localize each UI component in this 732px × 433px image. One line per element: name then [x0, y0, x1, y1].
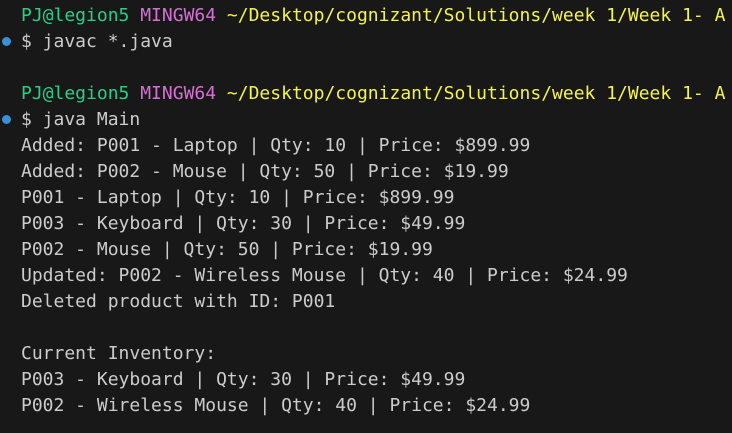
- output-line: Added: P001 - Laptop | Qty: 10 | Price: …: [21, 135, 531, 156]
- output-line: Current Inventory:: [21, 343, 217, 364]
- prompt-path: ~/Desktop/cognizant/Solutions/week 1/Wee…: [226, 83, 726, 104]
- prompt-user: PJ@legion5: [21, 5, 130, 26]
- output-line: P002 - Wireless Mouse | Qty: 40 | Price:…: [21, 395, 531, 416]
- output-line: P002 - Mouse | Qty: 50 | Price: $19.99: [21, 239, 433, 260]
- prompt-user: PJ@legion5: [21, 83, 130, 104]
- output-line: Deleted product with ID: P001: [21, 291, 336, 312]
- prompt-system: MINGW64: [140, 5, 217, 26]
- prompt-path: ~/Desktop/cognizant/Solutions/week 1/Wee…: [226, 5, 726, 26]
- output-line: P003 - Keyboard | Qty: 30 | Price: $49.9…: [21, 213, 466, 234]
- prompt-line: PJ@legion5 MINGW64 ~/Desktop/cognizant/S…: [21, 81, 725, 107]
- terminal-panel[interactable]: PJ@legion5 MINGW64 ~/Desktop/cognizant/S…: [0, 0, 732, 433]
- command-line: $ java Main: [21, 109, 141, 130]
- prompt-line: PJ@legion5 MINGW64 ~/Desktop/cognizant/S…: [21, 3, 725, 29]
- command-status-dot-icon[interactable]: [2, 37, 11, 46]
- output-line: P003 - Keyboard | Qty: 30 | Price: $49.9…: [21, 369, 466, 390]
- output-line: Updated: P002 - Wireless Mouse | Qty: 40…: [21, 265, 628, 286]
- prompt-system: MINGW64: [140, 83, 217, 104]
- output-line: Added: P002 - Mouse | Qty: 50 | Price: $…: [21, 161, 509, 182]
- command-line: $ javac *.java: [21, 31, 173, 52]
- output-line: P001 - Laptop | Qty: 10 | Price: $899.99: [21, 187, 455, 208]
- command-status-dot-icon[interactable]: [2, 115, 11, 124]
